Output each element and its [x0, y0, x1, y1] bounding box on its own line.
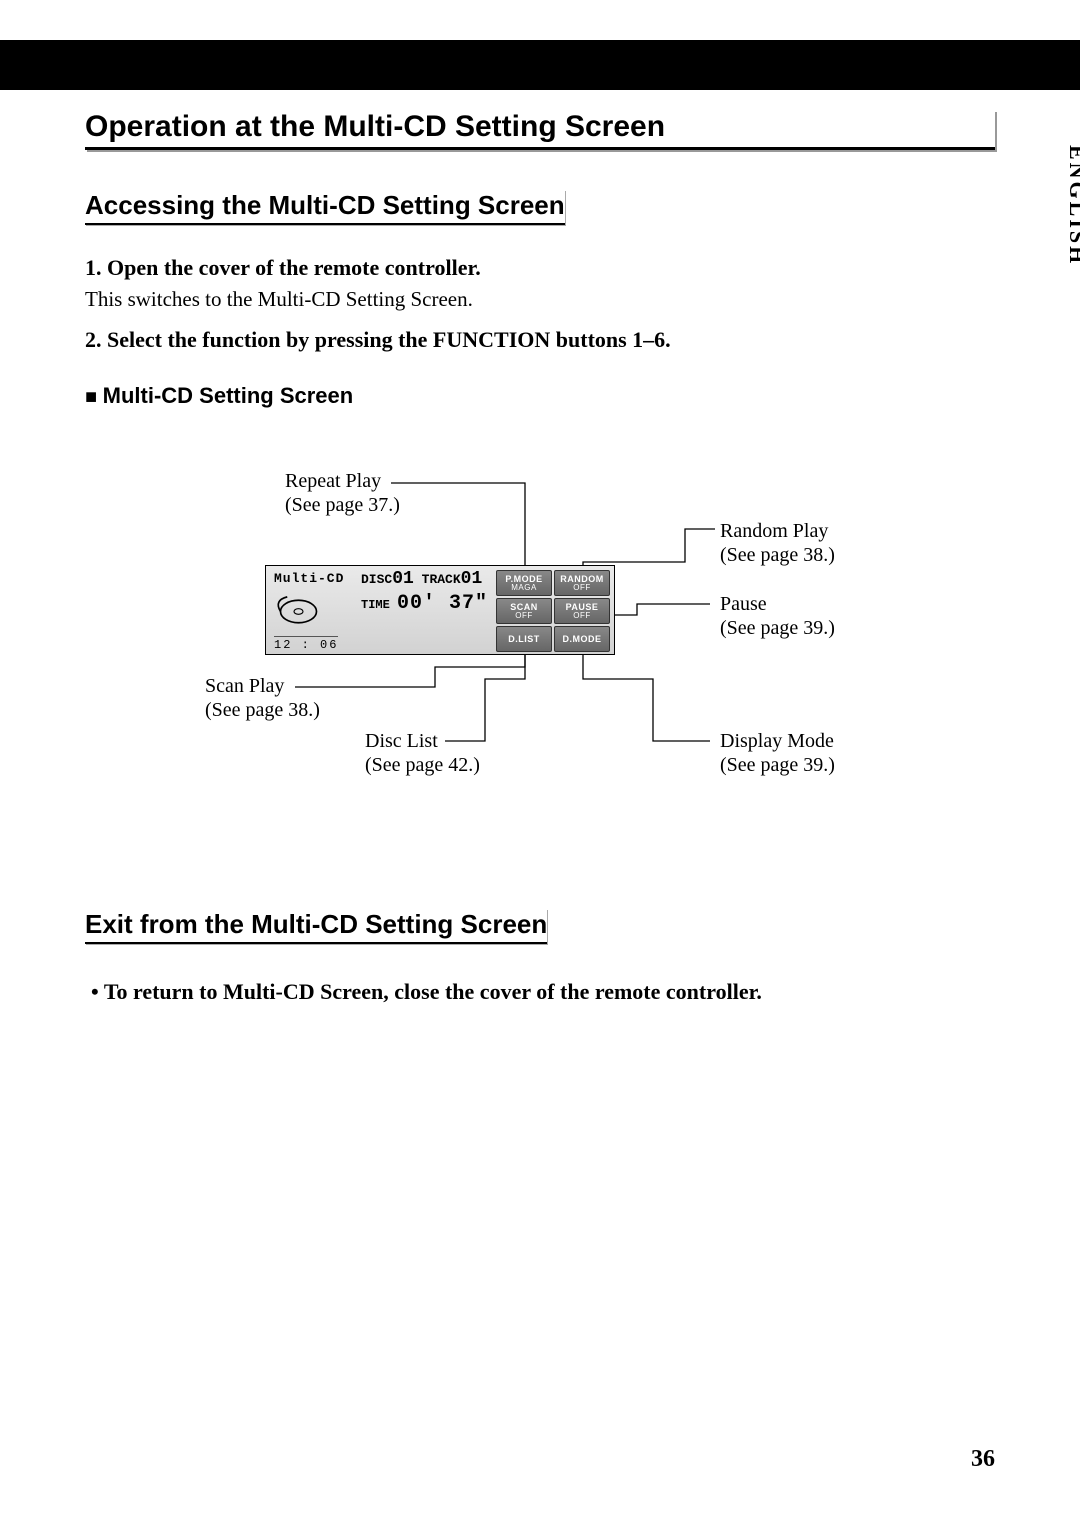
lcd-disc-label: DISC: [361, 572, 392, 587]
lcd-disc-num: 01: [392, 569, 414, 589]
callout-dispmode-ref: (See page 39.): [720, 753, 835, 777]
diagram: Multi-CD DISC01 TRACK01 TIME 00' 37": [185, 469, 955, 849]
step-1: 1. Open the cover of the remote controll…: [85, 255, 995, 312]
step-1-desc: This switches to the Multi-CD Setting Sc…: [85, 287, 995, 312]
btn-scan: SCAN OFF: [496, 598, 552, 624]
section-heading: Operation at the Multi-CD Setting Screen: [85, 110, 995, 150]
page-number: 36: [971, 1446, 995, 1473]
lcd-track-num: 01: [461, 569, 483, 589]
callout-scan-name: Scan Play: [205, 674, 320, 698]
btn-pause-sub: OFF: [573, 612, 591, 620]
callout-repeat-play: Repeat Play (See page 37.): [285, 469, 400, 517]
callout-pause-name: Pause: [720, 592, 835, 616]
callout-dispmode-name: Display Mode: [720, 729, 835, 753]
btn-random: RANDOM OFF: [554, 570, 610, 596]
btn-dmode-label: D.MODE: [563, 635, 602, 644]
btn-pmode-sub: MAGA: [511, 584, 537, 592]
btn-dlist-label: D.LIST: [508, 635, 540, 644]
callout-display-mode: Display Mode (See page 39.): [720, 729, 835, 777]
lcd-disc-track: DISC01 TRACK01: [361, 569, 482, 589]
callout-pause-ref: (See page 39.): [720, 616, 835, 640]
language-tab: ENGLISH: [1060, 145, 1080, 266]
lcd-clock: 12 : 06: [274, 636, 338, 652]
callout-disc-list: Disc List (See page 42.): [365, 729, 480, 777]
btn-dlist: D.LIST: [496, 626, 552, 652]
subsection-exit: Exit from the Multi-CD Setting Screen: [85, 909, 547, 944]
lcd-time: TIME 00' 37": [361, 592, 488, 615]
step-1-title: 1. Open the cover of the remote controll…: [85, 255, 995, 281]
callout-scan-ref: (See page 38.): [205, 698, 320, 722]
callout-disclist-ref: (See page 42.): [365, 753, 480, 777]
callout-random-play: Random Play (See page 38.): [720, 519, 835, 567]
step-2: 2. Select the function by pressing the F…: [85, 327, 995, 353]
step-2-title: 2. Select the function by pressing the F…: [85, 327, 995, 353]
callout-random-name: Random Play: [720, 519, 835, 543]
callout-scan-play: Scan Play (See page 38.): [205, 674, 320, 722]
btn-pmode: P.MODE MAGA: [496, 570, 552, 596]
page-content: Operation at the Multi-CD Setting Screen…: [85, 110, 995, 1005]
lcd-time-label: TIME: [361, 598, 390, 612]
callout-repeat-ref: (See page 37.): [285, 493, 400, 517]
btn-pause: PAUSE OFF: [554, 598, 610, 624]
callout-lines: [185, 469, 955, 849]
diagram-subheading: Multi-CD Setting Screen: [85, 383, 995, 409]
lcd-track-label: TRACK: [422, 572, 461, 587]
lcd-screen: Multi-CD DISC01 TRACK01 TIME 00' 37": [265, 565, 615, 655]
lcd-time-value: 00' 37": [397, 592, 488, 615]
header-black-bar: [0, 40, 1080, 90]
callout-repeat-name: Repeat Play: [285, 469, 400, 493]
exit-section: Exit from the Multi-CD Setting Screen To…: [85, 909, 995, 1005]
disc-icon: [276, 594, 321, 629]
subsection-accessing: Accessing the Multi-CD Setting Screen: [85, 190, 565, 225]
callout-disclist-name: Disc List: [365, 729, 480, 753]
btn-scan-sub: OFF: [515, 612, 533, 620]
btn-dmode: D.MODE: [554, 626, 610, 652]
callout-random-ref: (See page 38.): [720, 543, 835, 567]
exit-bullet: To return to Multi-CD Screen, close the …: [85, 979, 995, 1005]
callout-pause: Pause (See page 39.): [720, 592, 835, 640]
lcd-source: Multi-CD: [274, 571, 344, 586]
btn-random-sub: OFF: [573, 584, 591, 592]
lcd-function-buttons: P.MODE MAGA RANDOM OFF SCAN OFF PAUSE OF…: [496, 570, 610, 652]
